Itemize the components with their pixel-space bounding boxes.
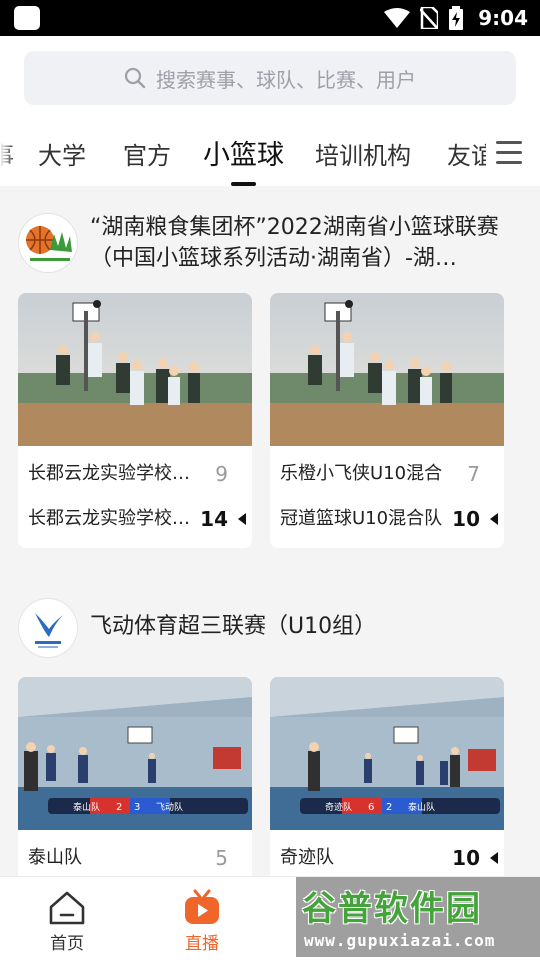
game-thumbnail: 奇迹队 6 2 泰山队 bbox=[270, 677, 504, 830]
game-thumbnail bbox=[18, 293, 252, 446]
feed: “湖南粮食集团杯”2022湖南省小篮球联赛（中国小篮球系列活动·湖南省）-湖… bbox=[0, 186, 540, 876]
live-tv-icon bbox=[185, 889, 219, 924]
team-name: 冠道篮球U10混合队 bbox=[280, 508, 443, 529]
game-card[interactable]: 奇迹队 6 2 泰山队 奇迹队 10 bbox=[270, 677, 504, 876]
league-title[interactable]: 飞动体育超三联赛（U10组） bbox=[90, 611, 520, 642]
home-icon bbox=[49, 891, 85, 925]
game-card[interactable]: 乐橙小飞侠U10混合 7 冠道篮球U10混合队 10 bbox=[270, 293, 504, 548]
team-score: 9 bbox=[215, 462, 228, 486]
winner-arrow-icon bbox=[490, 513, 498, 525]
app-notification-icon bbox=[14, 6, 40, 30]
watermark-title: 谷普软件园 bbox=[302, 889, 482, 929]
wifi-icon bbox=[384, 8, 411, 28]
scoreboard-home-score: 6 bbox=[368, 802, 374, 813]
team-row: 冠道篮球U10混合队 10 bbox=[280, 504, 500, 534]
tabs-menu-button[interactable] bbox=[486, 132, 530, 172]
team-name: 泰山队 bbox=[28, 847, 82, 868]
league-logo-image bbox=[26, 226, 72, 261]
winner-arrow-icon bbox=[490, 852, 498, 864]
league-logo-image bbox=[35, 613, 63, 648]
nav-home[interactable]: 首页 bbox=[27, 887, 107, 957]
team-score: 7 bbox=[467, 462, 480, 486]
watermark-url: www.gupuxiazai.com bbox=[304, 931, 496, 950]
scoreboard-away: 飞动队 bbox=[156, 801, 183, 813]
header: 搜索赛事、球队、比赛、用户 事 大学 官方 小篮球 培训机构 友谊 bbox=[0, 36, 540, 186]
tab-official[interactable]: 官方 bbox=[123, 136, 171, 171]
league-section: “湖南粮食集团杯”2022湖南省小篮球联赛（中国小篮球系列活动·湖南省）-湖… bbox=[0, 186, 540, 566]
clock: 9:04 bbox=[478, 6, 528, 30]
team-score: 14 bbox=[200, 507, 228, 531]
game-thumbnail: 泰山队 2 3 飞动队 bbox=[18, 677, 252, 830]
team-name: 长郡云龙实验学校… bbox=[28, 463, 190, 484]
team-row: 长郡云龙实验学校… 9 bbox=[28, 459, 248, 489]
scoreboard-away-score: 2 bbox=[386, 802, 392, 813]
search-placeholder: 搜索赛事、球队、比赛、用户 bbox=[156, 67, 416, 92]
nav-live[interactable]: 直播 bbox=[162, 887, 242, 957]
scoreboard-away: 泰山队 bbox=[408, 801, 435, 813]
search-input[interactable]: 搜索赛事、球队、比赛、用户 bbox=[24, 51, 516, 105]
battery-charging-icon bbox=[449, 6, 464, 30]
team-row: 泰山队 5 bbox=[28, 843, 248, 873]
scoreboard-home: 泰山队 bbox=[73, 801, 100, 813]
league-logo[interactable] bbox=[18, 598, 78, 658]
status-bar: 9:04 bbox=[0, 0, 540, 36]
team-name: 奇迹队 bbox=[280, 847, 334, 868]
nav-live-label: 直播 bbox=[185, 934, 219, 954]
game-thumbnail bbox=[270, 293, 504, 446]
team-name: 长郡云龙实验学校… bbox=[28, 508, 190, 529]
game-card[interactable]: 泰山队 2 3 飞动队 泰山队 5 bbox=[18, 677, 252, 876]
team-score: 10 bbox=[452, 507, 480, 531]
team-row: 奇迹队 10 bbox=[280, 843, 500, 873]
league-title[interactable]: “湖南粮食集团杯”2022湖南省小篮球联赛（中国小篮球系列活动·湖南省）-湖… bbox=[90, 212, 520, 274]
scoreboard-home: 奇迹队 bbox=[325, 801, 352, 813]
scoreboard-away-score: 3 bbox=[134, 802, 140, 813]
game-card[interactable]: 长郡云龙实验学校… 9 长郡云龙实验学校… 14 bbox=[18, 293, 252, 548]
scoreboard-home-score: 2 bbox=[116, 802, 122, 813]
team-row: 长郡云龙实验学校… 14 bbox=[28, 504, 248, 534]
tab-mini-basketball[interactable]: 小篮球 bbox=[203, 133, 284, 172]
category-tabs: 事 大学 官方 小篮球 培训机构 友谊 bbox=[0, 114, 540, 186]
team-row: 乐橙小飞侠U10混合 7 bbox=[280, 459, 500, 489]
team-score: 5 bbox=[215, 846, 228, 870]
league-logo[interactable] bbox=[18, 213, 78, 273]
tab-training-orgs[interactable]: 培训机构 bbox=[315, 136, 411, 171]
tab-university[interactable]: 大学 bbox=[38, 136, 86, 171]
no-sim-icon bbox=[420, 7, 439, 29]
team-score: 10 bbox=[452, 846, 480, 870]
nav-home-label: 首页 bbox=[50, 934, 84, 954]
league-section: 飞动体育超三联赛（U10组） 泰山队 2 3 飞动队 泰山队 5 奇迹队 6 2… bbox=[0, 581, 540, 876]
menu-icon bbox=[496, 140, 522, 144]
winner-arrow-icon bbox=[238, 513, 246, 525]
watermark: 谷普软件园 www.gupuxiazai.com bbox=[296, 877, 540, 957]
team-name: 乐橙小飞侠U10混合 bbox=[280, 463, 443, 484]
search-icon bbox=[124, 67, 146, 89]
